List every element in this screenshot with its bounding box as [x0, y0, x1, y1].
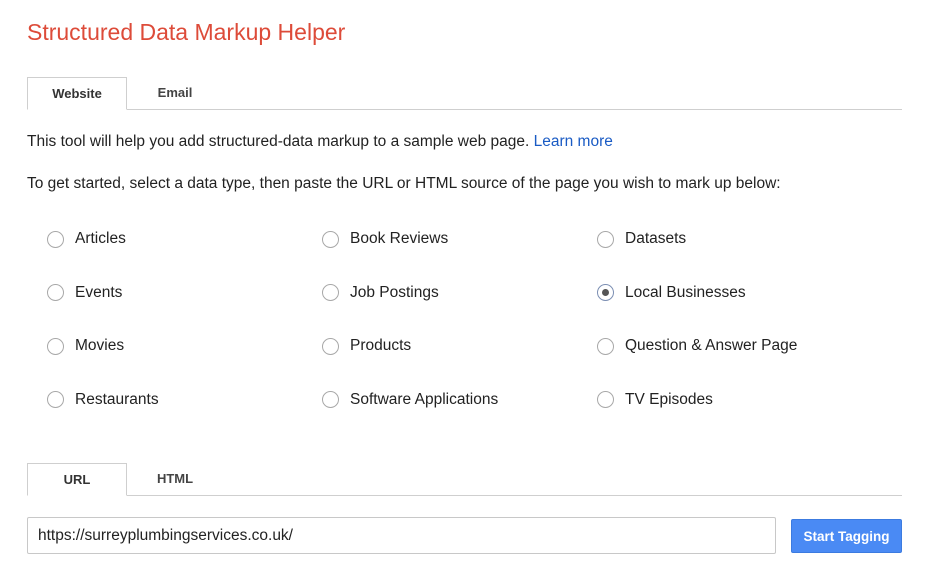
start-tagging-button[interactable]: Start Tagging	[791, 519, 902, 553]
radio-tv-episodes[interactable]	[597, 391, 614, 408]
radio-datasets[interactable]	[597, 230, 614, 248]
option-label: Movies	[75, 337, 125, 354]
option-tv-episodes[interactable]: TV Episodes	[597, 381, 897, 419]
data-type-options: Articles Book Reviews Datasets Events Jo…	[47, 220, 907, 436]
tab-html[interactable]: HTML	[127, 463, 223, 494]
option-restaurants[interactable]: Restaurants	[47, 381, 322, 419]
radio-articles[interactable]	[47, 230, 64, 248]
option-label: Book Reviews	[350, 230, 449, 247]
option-label: Datasets	[625, 230, 687, 247]
intro-text: This tool will help you add structured-d…	[27, 133, 613, 151]
intro-description: This tool will help you add structured-d…	[27, 133, 534, 150]
option-question-answer-page[interactable]: Question & Answer Page	[597, 327, 897, 365]
tab-email[interactable]: Email	[127, 77, 223, 108]
tab-url[interactable]: URL	[27, 463, 127, 496]
radio-local-businesses[interactable]	[597, 284, 614, 301]
radio-restaurants[interactable]	[47, 391, 64, 408]
page-title: Structured Data Markup Helper	[27, 19, 346, 45]
radio-job-postings[interactable]	[322, 284, 339, 301]
option-datasets[interactable]: Datasets	[597, 220, 897, 258]
option-local-businesses[interactable]: Local Businesses	[597, 274, 897, 312]
option-label: Job Postings	[350, 283, 439, 301]
radio-question-answer-page[interactable]	[597, 337, 614, 355]
option-products[interactable]: Products	[322, 327, 597, 365]
option-label: Products	[350, 337, 412, 354]
radio-book-reviews[interactable]	[322, 230, 339, 248]
option-label: Articles	[75, 230, 126, 247]
radio-events[interactable]	[47, 284, 64, 301]
option-software-applications[interactable]: Software Applications	[322, 381, 597, 419]
learn-more-link[interactable]: Learn more	[534, 133, 613, 150]
option-job-postings[interactable]: Job Postings	[322, 274, 597, 312]
option-articles[interactable]: Articles	[47, 220, 322, 258]
url-input[interactable]	[27, 517, 776, 554]
option-label: Local Businesses	[625, 283, 746, 301]
option-label: Restaurants	[75, 390, 159, 408]
option-label: Software Applications	[350, 390, 499, 408]
instructions-text: To get started, select a data type, then…	[27, 175, 781, 192]
radio-products[interactable]	[322, 337, 339, 355]
main-tab-bar: Website Email	[27, 77, 902, 110]
radio-software-applications[interactable]	[322, 391, 339, 408]
markup-helper-page: Structured Data Markup Helper Website Em…	[0, 0, 932, 574]
radio-movies[interactable]	[47, 337, 64, 355]
option-movies[interactable]: Movies	[47, 327, 322, 365]
option-label: Events	[75, 283, 123, 301]
option-label: TV Episodes	[625, 390, 713, 408]
option-book-reviews[interactable]: Book Reviews	[322, 220, 597, 258]
source-tab-bar: URL HTML	[27, 463, 902, 496]
tab-website[interactable]: Website	[27, 77, 127, 110]
option-label: Question & Answer Page	[625, 337, 798, 354]
option-events[interactable]: Events	[47, 274, 322, 312]
